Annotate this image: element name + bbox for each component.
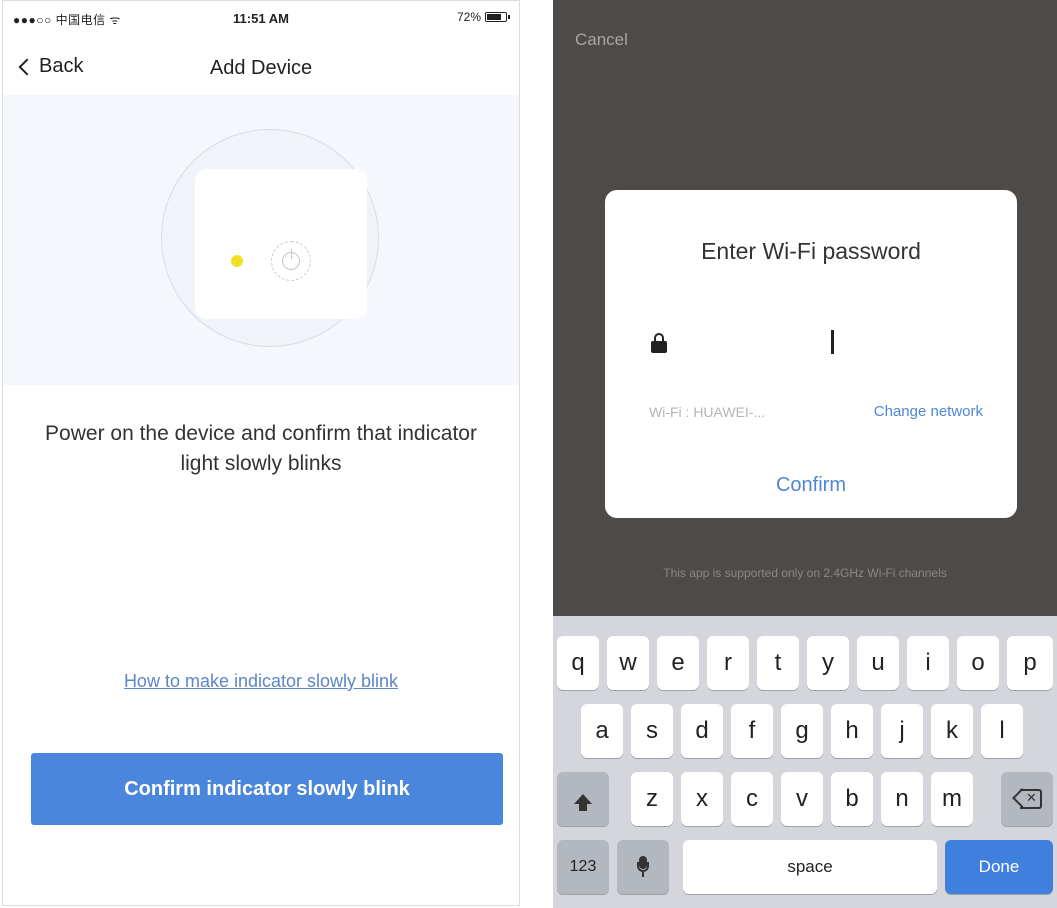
key-b[interactable]: b bbox=[831, 772, 873, 826]
backspace-key[interactable]: ✕ bbox=[1001, 772, 1053, 826]
key-a[interactable]: a bbox=[581, 704, 623, 758]
screenshot-stage: ●●●○○ 中国电信 ᯤ 11:51 AM 72% Back Add Devic… bbox=[0, 0, 1057, 908]
nav-bar: Back Add Device bbox=[3, 45, 519, 89]
battery-status: 72% bbox=[456, 10, 510, 24]
key-e[interactable]: e bbox=[657, 636, 699, 690]
key-g[interactable]: g bbox=[781, 704, 823, 758]
done-key[interactable]: Done bbox=[945, 840, 1053, 894]
key-m[interactable]: m bbox=[931, 772, 973, 826]
wifi-password-screen: Cancel Enter Wi-Fi password Wi-Fi : HUAW… bbox=[553, 0, 1057, 908]
key-h[interactable]: h bbox=[831, 704, 873, 758]
shift-key[interactable] bbox=[557, 772, 609, 826]
key-c[interactable]: c bbox=[731, 772, 773, 826]
key-r[interactable]: r bbox=[707, 636, 749, 690]
battery-icon bbox=[485, 12, 510, 22]
key-d[interactable]: d bbox=[681, 704, 723, 758]
key-x[interactable]: x bbox=[681, 772, 723, 826]
numbers-key[interactable]: 123 bbox=[557, 840, 609, 894]
status-bar: ●●●○○ 中国电信 ᯤ 11:51 AM 72% bbox=[3, 1, 519, 35]
text-cursor bbox=[831, 330, 834, 354]
key-u[interactable]: u bbox=[857, 636, 899, 690]
dialog-title: Enter Wi-Fi password bbox=[701, 238, 921, 264]
dictation-key[interactable] bbox=[617, 840, 669, 894]
key-o[interactable]: o bbox=[957, 636, 999, 690]
wifi-password-dialog: Enter Wi-Fi password Wi-Fi : HUAWEI-... … bbox=[605, 190, 1017, 518]
change-network-link[interactable]: Change network bbox=[874, 403, 983, 420]
key-j[interactable]: j bbox=[881, 704, 923, 758]
key-v[interactable]: v bbox=[781, 772, 823, 826]
backspace-icon: ✕ bbox=[1012, 788, 1042, 809]
key-l[interactable]: l bbox=[981, 704, 1023, 758]
key-k[interactable]: k bbox=[931, 704, 973, 758]
help-link[interactable]: How to make indicator slowly blink bbox=[3, 671, 519, 692]
password-input[interactable] bbox=[701, 325, 995, 361]
indicator-light-icon bbox=[231, 255, 243, 267]
keyboard: q w e r t y u i o p a s d f g h j k l z … bbox=[553, 616, 1057, 908]
password-row bbox=[643, 308, 995, 378]
space-key[interactable]: space bbox=[683, 840, 937, 894]
instruction-text: Power on the device and confirm that ind… bbox=[45, 422, 477, 475]
power-button-icon bbox=[271, 241, 311, 281]
dialog-confirm-button[interactable]: Confirm bbox=[605, 474, 1017, 497]
key-p[interactable]: p bbox=[1007, 636, 1053, 690]
add-device-screen: ●●●○○ 中国电信 ᯤ 11:51 AM 72% Back Add Devic… bbox=[2, 0, 520, 906]
key-f[interactable]: f bbox=[731, 704, 773, 758]
key-s[interactable]: s bbox=[631, 704, 673, 758]
status-time: 11:51 AM bbox=[233, 11, 289, 26]
key-t[interactable]: t bbox=[757, 636, 799, 690]
microphone-icon bbox=[637, 856, 649, 878]
page-title: Add Device bbox=[209, 57, 313, 79]
key-q[interactable]: q bbox=[557, 636, 599, 690]
key-y[interactable]: y bbox=[807, 636, 849, 690]
support-note: This app is supported only on 2.4GHz Wi-… bbox=[663, 566, 947, 580]
battery-percent: 72% bbox=[456, 10, 481, 24]
key-z[interactable]: z bbox=[631, 772, 673, 826]
cancel-button[interactable]: Cancel bbox=[575, 30, 628, 50]
key-i[interactable]: i bbox=[907, 636, 949, 690]
key-n[interactable]: n bbox=[881, 772, 923, 826]
confirm-blink-button[interactable]: Confirm indicator slowly blink bbox=[31, 753, 503, 825]
lock-icon bbox=[651, 333, 667, 353]
device-illustration bbox=[3, 95, 519, 385]
shift-icon bbox=[574, 794, 592, 811]
wifi-network-label: Wi-Fi : HUAWEI-... bbox=[649, 404, 766, 420]
key-w[interactable]: w bbox=[607, 636, 649, 690]
